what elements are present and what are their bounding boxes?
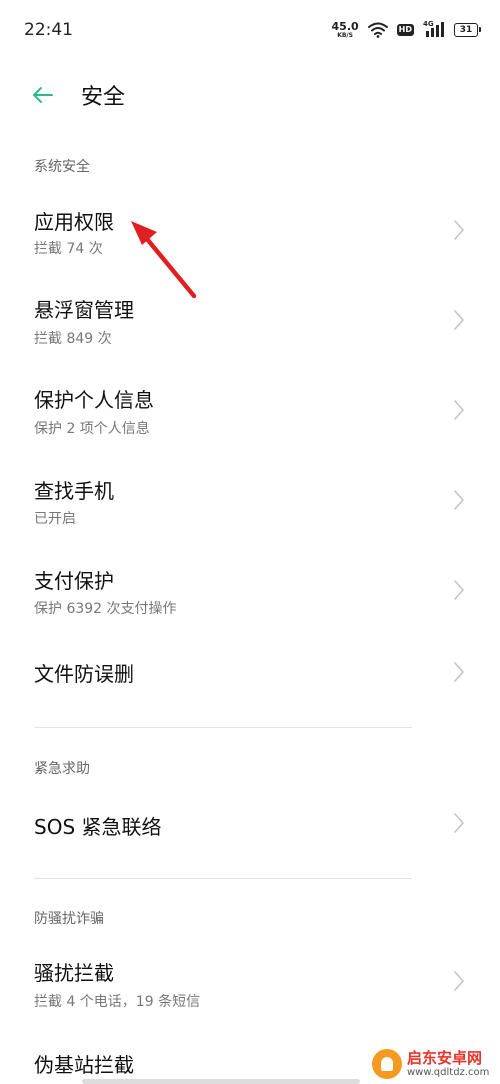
site-watermark: 启东安卓网 www.qdltdz.com <box>372 1044 498 1084</box>
hd-badge: HD <box>396 24 414 36</box>
network-speed-value: 45.0 <box>331 20 359 33</box>
status-icons: 45.0 KB/S HD 4G 31 <box>332 16 481 44</box>
section-header-system-security: 系统安全 <box>34 159 90 175</box>
chevron-right-icon <box>454 580 464 600</box>
list-item-file-protection[interactable]: 文件防误删 <box>0 640 500 706</box>
list-item-payment-protection[interactable]: 支付保护 保护 6392 次支付操作 <box>0 550 500 634</box>
section-header-emergency: 紧急求助 <box>34 761 90 777</box>
item-subtitle: 已开启 <box>34 511 76 527</box>
item-title: 悬浮窗管理 <box>34 298 134 322</box>
cellular-signal-icon: 4G <box>423 20 445 38</box>
section-header-anti-harassment: 防骚扰诈骗 <box>34 911 104 927</box>
wifi-icon <box>367 22 388 38</box>
watermark-logo-icon <box>372 1049 402 1079</box>
item-subtitle: 拦截 74 次 <box>34 241 103 257</box>
arrow-left-icon[interactable] <box>28 80 58 110</box>
battery-level: 31 <box>459 24 473 35</box>
item-title: 骚扰拦截 <box>34 961 114 985</box>
item-title: 文件防误删 <box>34 662 134 686</box>
chevron-right-icon <box>454 400 464 420</box>
status-bar: 22:41 45.0 KB/S HD 4G 31 <box>0 0 500 60</box>
item-title: 伪基站拦截 <box>34 1053 134 1077</box>
watermark-url: www.qdltdz.com <box>407 1066 490 1078</box>
item-subtitle: 拦截 849 次 <box>34 331 112 347</box>
section-divider <box>34 727 412 728</box>
home-indicator[interactable] <box>82 1079 360 1084</box>
list-item-app-permissions[interactable]: 应用权限 拦截 74 次 <box>0 190 500 274</box>
chevron-right-icon <box>454 662 464 682</box>
list-item-find-phone[interactable]: 查找手机 已开启 <box>0 460 500 544</box>
network-speed: 45.0 KB/S <box>332 21 359 39</box>
app-bar: 安全 <box>0 70 500 120</box>
chevron-right-icon <box>454 971 464 991</box>
item-title: 查找手机 <box>34 479 114 503</box>
watermark-name: 启东安卓网 <box>407 1049 483 1068</box>
item-subtitle: 保护 2 项个人信息 <box>34 421 150 437</box>
list-item-sos-contact[interactable]: SOS 紧急联络 <box>0 792 500 854</box>
item-title: 支付保护 <box>34 569 114 593</box>
page-title: 安全 <box>81 85 126 110</box>
list-item-harassment-block[interactable]: 骚扰拦截 拦截 4 个电话，19 条短信 <box>0 940 500 1024</box>
section-divider <box>34 878 412 879</box>
list-item-floating-window[interactable]: 悬浮窗管理 拦截 849 次 <box>0 280 500 364</box>
chevron-right-icon <box>454 813 464 833</box>
battery-icon: 31 <box>454 23 481 37</box>
chevron-right-icon <box>454 310 464 330</box>
item-title: SOS 紧急联络 <box>34 815 162 839</box>
item-subtitle: 拦截 4 个电话，19 条短信 <box>34 994 201 1010</box>
item-title: 应用权限 <box>34 210 114 234</box>
chevron-right-icon <box>454 220 464 240</box>
item-subtitle: 保护 6392 次支付操作 <box>34 601 177 617</box>
chevron-right-icon <box>454 490 464 510</box>
network-speed-unit: KB/S <box>337 32 353 39</box>
item-title: 保护个人信息 <box>34 388 154 412</box>
status-time: 22:41 <box>24 20 73 40</box>
list-item-personal-info[interactable]: 保护个人信息 保护 2 项个人信息 <box>0 370 500 454</box>
